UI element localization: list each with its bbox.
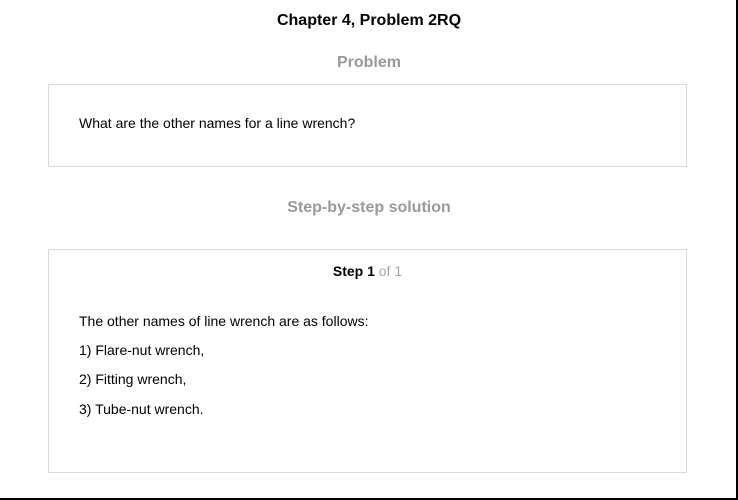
step-header: Step 1 of 1 [49,263,686,279]
step-count: of 1 [374,263,403,279]
page-title: Chapter 4, Problem 2RQ [276,12,462,29]
solution-item: 1) Flare-nut wrench, [79,342,205,358]
solution-item: 2) Fitting wrench, [79,371,187,387]
problem-heading: Problem [336,54,401,71]
solution-heading: Step-by-step solution [287,199,451,216]
problem-box: What are the other names for a line wren… [48,84,687,167]
solution-box: Step 1 of 1 The other names of line wren… [48,249,687,473]
step-label: Step 1 [332,263,375,279]
solution-intro: The other names of line wrench are as fo… [79,313,369,329]
problem-text: What are the other names for a line wren… [79,115,356,131]
solution-item: 3) Tube-nut wrench. [79,401,204,417]
